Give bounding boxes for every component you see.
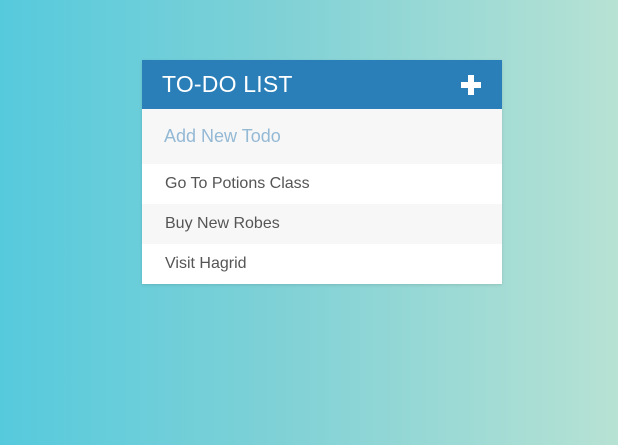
todo-header: TO-DO LIST: [142, 60, 502, 109]
todo-item-buy-new-robes[interactable]: Buy New Robes: [142, 204, 502, 244]
todo-item-go-to-potions-class[interactable]: Go To Potions Class: [142, 164, 502, 204]
todo-list: Go To Potions Class Buy New Robes Visit …: [142, 164, 502, 284]
todo-card: TO-DO LIST Go To Potions Class Buy New R…: [142, 60, 502, 284]
plus-icon[interactable]: [461, 74, 481, 95]
todo-item-visit-hagrid[interactable]: Visit Hagrid: [142, 244, 502, 284]
todo-title: TO-DO LIST: [162, 71, 293, 97]
add-todo-input[interactable]: [142, 109, 502, 164]
